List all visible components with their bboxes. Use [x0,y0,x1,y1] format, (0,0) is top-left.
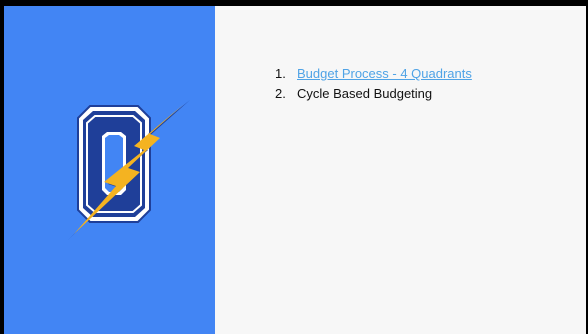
agenda-item-number: 2. [275,86,286,101]
agenda-item-number: 1. [275,66,286,81]
agenda-item: 2. Cycle Based Budgeting [275,84,472,104]
budget-process-link[interactable]: Budget Process - 4 Quadrants [297,64,472,84]
agenda-item-label: Cycle Based Budgeting [297,86,433,101]
content-panel: 1. Budget Process - 4 Quadrants 2. Cycle… [215,6,586,334]
agenda-list: 1. Budget Process - 4 Quadrants 2. Cycle… [275,64,472,104]
slide-frame: 1. Budget Process - 4 Quadrants 2. Cycle… [0,0,588,334]
agenda-item[interactable]: 1. Budget Process - 4 Quadrants [275,64,472,84]
slide: 1. Budget Process - 4 Quadrants 2. Cycle… [4,6,586,334]
logo-panel [4,6,215,334]
o-lightning-bolt-logo-icon [68,100,190,240]
